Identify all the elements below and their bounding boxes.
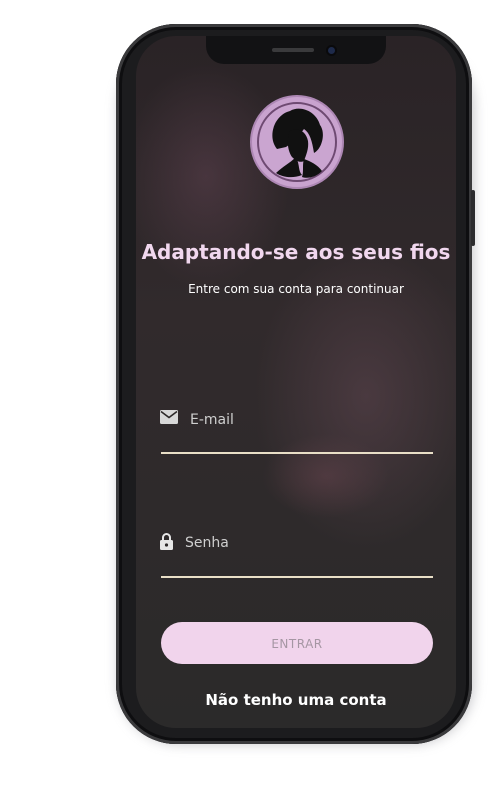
page-subtitle: Entre com sua conta para continuar [188, 282, 404, 296]
password-underline [161, 576, 433, 578]
lock-icon [160, 533, 173, 550]
email-placeholder[interactable]: E-mail [190, 412, 234, 428]
email-underline [161, 452, 433, 454]
speaker-grille [272, 48, 314, 52]
app-logo [250, 95, 344, 189]
signup-link[interactable]: Não tenho uma conta [136, 691, 456, 709]
envelope-icon [160, 410, 178, 424]
page-title: Adaptando-se aos seus fios [141, 240, 451, 264]
woman-silhouette-icon [257, 102, 337, 182]
enter-button[interactable]: ENTRAR [161, 622, 433, 664]
power-button [471, 190, 475, 246]
front-camera [328, 47, 335, 54]
password-placeholder[interactable]: Senha [185, 535, 229, 551]
